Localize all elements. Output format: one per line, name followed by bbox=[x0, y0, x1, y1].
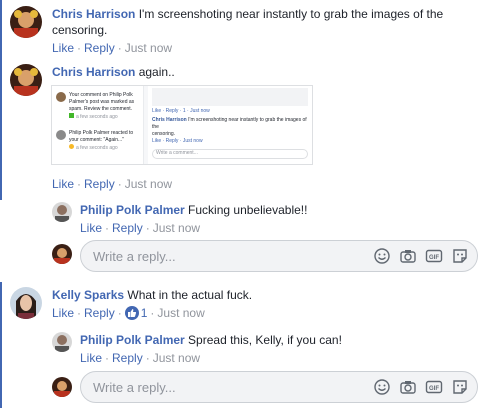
reply: Philip Polk Palmer Fucking unbelievable!… bbox=[52, 202, 482, 236]
emoji-icon[interactable] bbox=[373, 247, 391, 265]
comment-text: Fucking unbelievable!! bbox=[188, 203, 308, 217]
reply-input[interactable]: Write a reply... GIF bbox=[80, 240, 478, 272]
like-link[interactable]: Like bbox=[80, 351, 102, 365]
thread-line-2 bbox=[0, 282, 2, 408]
sticker-icon[interactable] bbox=[451, 247, 469, 265]
comment-author[interactable]: Philip Polk Palmer bbox=[80, 333, 185, 347]
timestamp[interactable]: Just now bbox=[153, 351, 200, 365]
notification-text: Palmer's post was marked as bbox=[69, 99, 135, 105]
notification-time: a few seconds ago bbox=[76, 114, 118, 120]
comment: Chris Harrison I'm screenshoting near in… bbox=[10, 6, 480, 56]
timestamp[interactable]: Just now bbox=[125, 177, 172, 191]
inner-author: Chris Harrison bbox=[152, 117, 187, 123]
avatar bbox=[52, 244, 72, 264]
like-link[interactable]: Like bbox=[52, 41, 74, 55]
comment-author[interactable]: Kelly Sparks bbox=[52, 288, 124, 302]
comment-text: again.. bbox=[138, 65, 175, 79]
comment-author[interactable]: Chris Harrison bbox=[52, 65, 135, 79]
avatar bbox=[56, 130, 66, 140]
notification-text: spam. Review the comment. bbox=[69, 106, 133, 112]
reply-link[interactable]: Reply bbox=[112, 351, 143, 365]
avatar[interactable] bbox=[52, 202, 72, 222]
comment-author[interactable]: Chris Harrison bbox=[52, 7, 135, 21]
sticker-icon[interactable] bbox=[451, 378, 469, 396]
comment-text: What in the actual fuck. bbox=[127, 288, 253, 302]
comment-text: Spread this, Kelly, if you can! bbox=[188, 333, 342, 347]
reply-link[interactable]: Reply bbox=[84, 41, 115, 55]
like-link[interactable]: Like bbox=[52, 177, 74, 191]
camera-icon[interactable] bbox=[399, 247, 417, 265]
avatar[interactable] bbox=[10, 64, 42, 96]
emoji-icon[interactable] bbox=[373, 378, 391, 396]
like-link[interactable]: Like bbox=[52, 306, 74, 320]
inner-actions: Like · Reply · 1 · Just now bbox=[152, 108, 210, 114]
comment: Kelly Sparks What in the actual fuck. Li… bbox=[10, 287, 480, 321]
inner-actions: Like · Reply · Just now bbox=[152, 138, 203, 144]
notification-text: your comment: "Again..." bbox=[69, 137, 124, 143]
svg-text:GIF: GIF bbox=[429, 255, 439, 261]
avatar bbox=[52, 377, 72, 397]
avatar[interactable] bbox=[10, 287, 42, 319]
reply-placeholder: Write a reply... bbox=[93, 248, 176, 264]
reply-link[interactable]: Reply bbox=[84, 177, 115, 191]
svg-text:GIF: GIF bbox=[429, 386, 439, 392]
inner-comment-box: Write a comment... bbox=[152, 149, 308, 159]
avatar bbox=[56, 92, 66, 102]
avatar[interactable] bbox=[10, 6, 42, 38]
reply-link[interactable]: Reply bbox=[84, 306, 115, 320]
reply: Philip Polk Palmer Spread this, Kelly, i… bbox=[52, 332, 482, 366]
reply-link[interactable]: Reply bbox=[112, 221, 143, 235]
attached-screenshot[interactable]: Your comment on Philip Polk Palmer's pos… bbox=[51, 85, 313, 165]
reply-input[interactable]: Write a reply... GIF bbox=[80, 371, 478, 403]
blurred-content bbox=[152, 88, 308, 106]
timestamp[interactable]: Just now bbox=[157, 306, 204, 320]
thread-line-1 bbox=[0, 0, 2, 200]
notification-text: Philip Polk Palmer reacted to bbox=[69, 130, 134, 136]
inner-text: censoring. bbox=[152, 131, 176, 137]
gif-icon[interactable]: GIF bbox=[425, 247, 443, 265]
timestamp[interactable]: Just now bbox=[153, 221, 200, 235]
notification-text: Your comment on Philip Polk bbox=[69, 92, 133, 98]
thumbs-up-icon[interactable] bbox=[124, 306, 139, 320]
reply-placeholder: Write a reply... bbox=[93, 379, 176, 395]
like-link[interactable]: Like bbox=[80, 221, 102, 235]
notification-time: a few seconds ago bbox=[76, 145, 118, 151]
camera-icon[interactable] bbox=[399, 378, 417, 396]
avatar[interactable] bbox=[52, 332, 72, 352]
comment-author[interactable]: Philip Polk Palmer bbox=[80, 203, 185, 217]
timestamp[interactable]: Just now bbox=[125, 41, 172, 55]
gif-icon[interactable]: GIF bbox=[425, 378, 443, 396]
